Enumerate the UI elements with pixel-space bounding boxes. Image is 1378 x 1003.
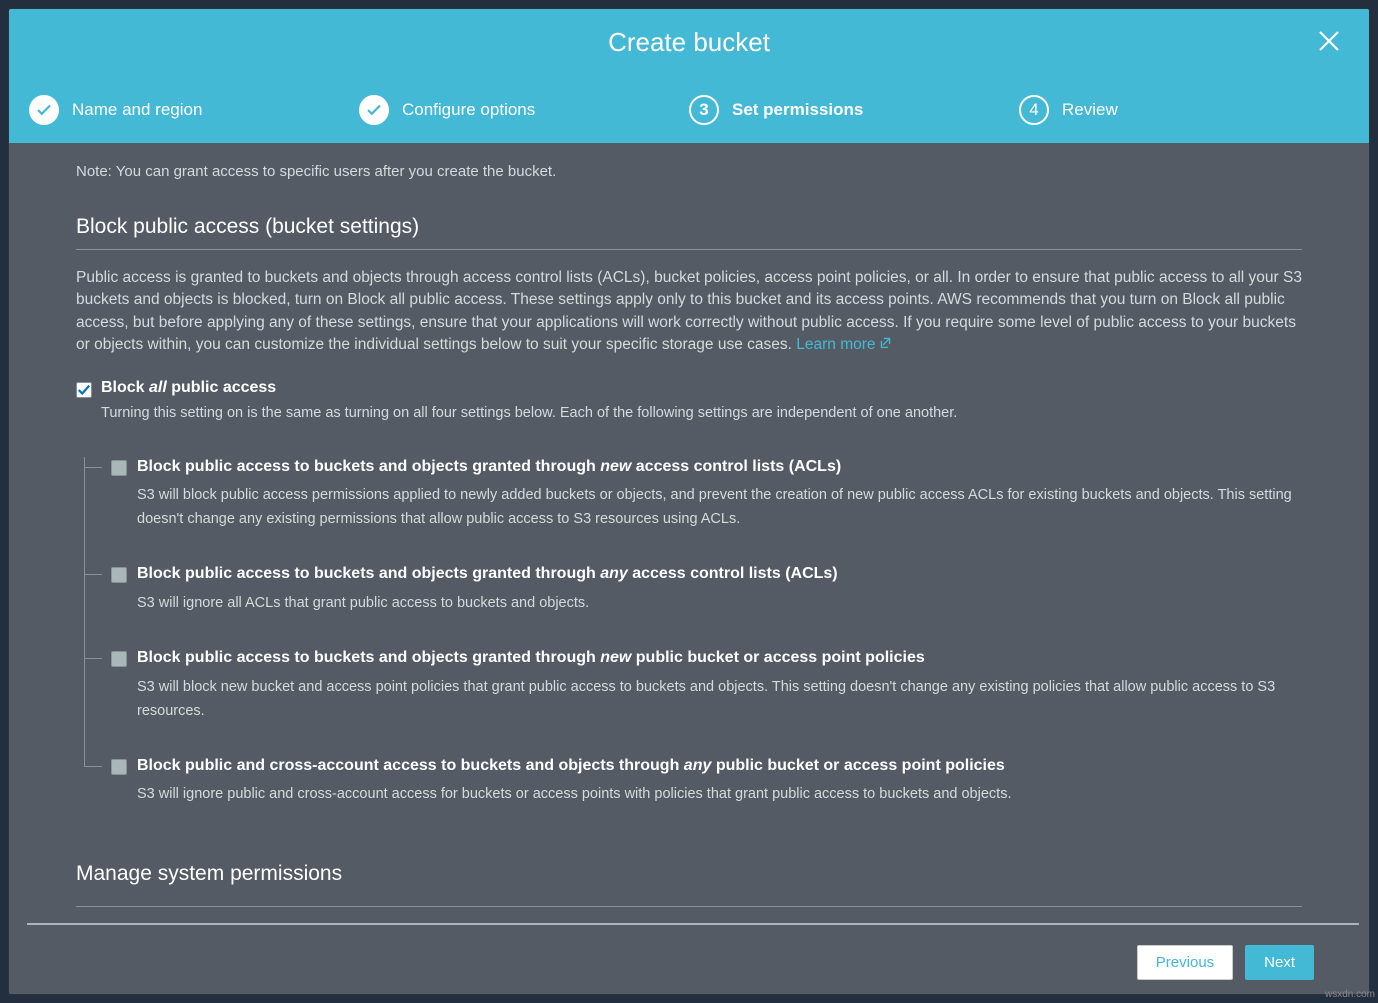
block-new-acl-label: Block public access to buckets and objec… [137,457,841,478]
step-configure-options[interactable]: Configure options [359,95,689,125]
block-public-access-description: Public access is granted to buckets and … [76,267,1302,357]
tree-item: Block public access to buckets and objec… [107,648,1302,724]
learn-more-link[interactable]: Learn more [796,336,891,353]
block-any-acl-desc: S3 will ignore all ACLs that grant publi… [137,592,1302,616]
step-label: Name and region [72,100,202,120]
check-icon [359,95,389,125]
modal-header: Create bucket [9,9,1369,76]
step-name-region[interactable]: Name and region [29,95,359,125]
modal-title: Create bucket [608,27,770,58]
step-set-permissions[interactable]: 3 Set permissions [689,95,1019,125]
step-label: Review [1062,100,1118,120]
block-any-acl-checkbox[interactable] [111,567,127,583]
checkbox-tree: Block public access to buckets and objec… [84,457,1302,808]
step-label: Set permissions [732,100,863,120]
block-any-policy-desc: S3 will ignore public and cross-account … [137,783,1302,807]
previous-button[interactable]: Previous [1137,945,1233,980]
block-all-label: Block all public access [101,379,276,397]
external-link-icon [879,334,892,356]
content: Note: You can grant access to specific u… [9,143,1369,923]
block-any-policy-checkbox[interactable] [111,759,127,775]
grant-access-note: Note: You can grant access to specific u… [76,163,1302,180]
tree-item: Block public and cross-account access to… [107,756,1302,808]
divider [76,249,1302,250]
tree-item: Block public access to buckets and objec… [107,457,1302,533]
block-all-description: Turning this setting on is the same as t… [101,403,1302,425]
create-bucket-modal: Create bucket Name and region Configure … [8,8,1370,995]
divider [76,906,1302,907]
watermark: wsxdn.com [1325,989,1375,1000]
next-button[interactable]: Next [1245,945,1314,980]
block-any-acl-label: Block public access to buckets and objec… [137,564,838,585]
step-label: Configure options [402,100,535,120]
block-new-policy-desc: S3 will block new bucket and access poin… [137,676,1302,724]
check-icon [29,95,59,125]
close-button[interactable] [1314,28,1344,58]
step-number-icon: 4 [1019,95,1049,125]
wizard-steps: Name and region Configure options 3 Set … [9,76,1369,143]
block-new-acl-checkbox[interactable] [111,460,127,476]
close-icon [1318,27,1340,59]
block-new-policy-checkbox[interactable] [111,651,127,667]
block-public-access-title: Block public access (bucket settings) [76,215,1302,239]
step-number-icon: 3 [689,95,719,125]
block-all-checkbox[interactable] [76,382,92,398]
tree-item: Block public access to buckets and objec… [107,564,1302,616]
block-new-policy-label: Block public access to buckets and objec… [137,648,925,669]
block-new-acl-desc: S3 will block public access permissions … [137,484,1302,532]
modal-footer: Previous Next [27,923,1359,994]
step-review[interactable]: 4 Review [1019,95,1349,125]
block-all-checkbox-row: Block all public access [76,379,1302,398]
content-scroll[interactable]: Note: You can grant access to specific u… [9,143,1369,923]
block-any-policy-label: Block public and cross-account access to… [137,756,1005,777]
manage-system-permissions-title: Manage system permissions [76,862,1302,886]
